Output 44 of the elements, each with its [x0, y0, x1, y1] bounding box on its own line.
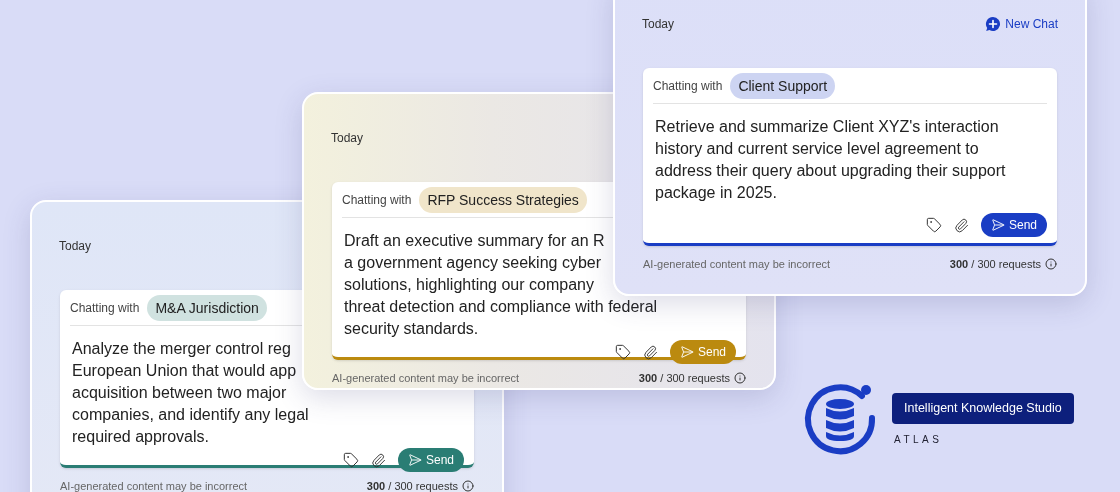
prompt-text: required approvals. — [72, 427, 209, 447]
send-button[interactable]: Send — [980, 213, 1047, 237]
send-button[interactable]: Send — [397, 448, 464, 472]
chatting-label: Chatting with — [653, 77, 723, 94]
date-label: Today — [59, 238, 92, 254]
assistant-chip[interactable]: M&A Jurisdiction — [147, 294, 267, 321]
assistant-chip[interactable]: RFP Success Strategies — [419, 186, 587, 213]
info-icon[interactable] — [734, 372, 746, 385]
paperclip-icon[interactable] — [953, 217, 969, 233]
prompt-text: Draft an executive summary for an R — [344, 231, 605, 251]
info-icon[interactable] — [462, 480, 474, 492]
brand-title: Intelligent Knowledge Studio — [892, 393, 1074, 424]
new-chat-button[interactable]: New Chat — [985, 16, 1058, 32]
tag-icon[interactable] — [342, 452, 359, 468]
send-icon — [679, 345, 694, 359]
request-count: 300 / 300 requests — [638, 371, 730, 386]
info-icon[interactable] — [1045, 258, 1057, 271]
chat-plus-icon — [985, 16, 1002, 32]
prompt-text: package in 2025. — [655, 183, 777, 203]
chatting-label: Chatting with — [70, 299, 140, 316]
date-label: Today — [642, 16, 675, 32]
prompt-text: acquisition between two major — [72, 383, 287, 403]
prompt-text: history and current service level agreement to — [655, 139, 979, 159]
prompt-text: Retrieve and summarize Client XYZ's interaction — [655, 117, 999, 137]
prompt-text: address their query about upgrading their support — [655, 161, 1006, 181]
disclaimer-text: AI-generated content may be incorrect — [643, 257, 831, 272]
prompt-text: Analyze the merger control reg — [72, 339, 291, 359]
paperclip-icon[interactable] — [370, 452, 386, 468]
chatting-label: Chatting with — [342, 191, 412, 208]
paperclip-icon[interactable] — [642, 344, 658, 360]
prompt-box[interactable]: Chatting with Client Support Retrieve and summarize Client XYZ's interaction history and current service level agreement to address their query about upgrading their support package in 2025. Send — [643, 68, 1057, 246]
tag-icon[interactable] — [614, 344, 631, 360]
assistant-chip[interactable]: Client Support — [730, 72, 836, 99]
prompt-text: European Union that would app — [72, 361, 297, 381]
date-label: Today — [331, 130, 364, 146]
tag-icon[interactable] — [925, 217, 942, 233]
request-count: 300 / 300 requests — [949, 257, 1041, 272]
prompt-text: companies, and identify any legal — [72, 405, 309, 425]
brand-subtitle: ATLAS — [893, 432, 943, 447]
disclaimer-text: AI-generated content may be incorrect — [60, 479, 248, 492]
request-count: 300 / 300 requests — [366, 479, 458, 492]
prompt-text: a government agency seeking cyber — [344, 253, 602, 273]
send-icon — [990, 218, 1005, 232]
send-icon — [407, 453, 422, 467]
